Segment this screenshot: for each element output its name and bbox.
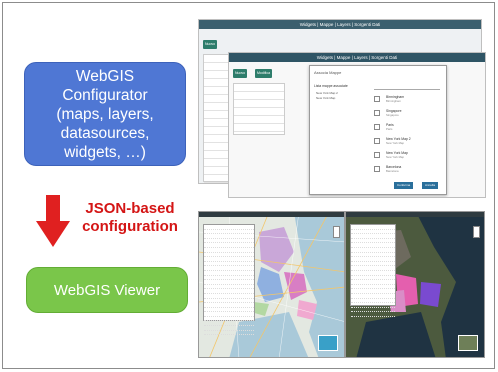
map-item: Singapore Singapore (386, 109, 402, 117)
zoom-control (473, 226, 480, 238)
webgis-configurator-box: WebGIS Configurator (maps, layers, datas… (24, 62, 186, 166)
list-panel (203, 54, 229, 183)
checkbox (374, 138, 380, 144)
associated-item: New York Map (316, 96, 336, 100)
checkbox (374, 96, 380, 102)
layer-legend-panel (350, 224, 396, 317)
json-label-line-1: JSON-based (85, 200, 175, 217)
dialog-title: Associa Mappe (314, 70, 342, 75)
config-line-2: Configurator (62, 86, 148, 104)
viewer-map-screenshot-2 (345, 211, 485, 358)
map-item: New York Map 2 New York Map (386, 137, 411, 145)
table-panel (233, 83, 285, 135)
cancel-button: Annulla (422, 182, 439, 189)
associated-item: New York Map 2 (316, 91, 338, 95)
map-item: Barcelona Barcelona (386, 165, 402, 173)
edit-button-front: Modifica (255, 69, 273, 78)
nav-bar: Widgets | Mappe | Layers | Sorgenti Dati (199, 20, 481, 29)
associate-maps-dialog: Associa Mappe Lista mappe associate New … (309, 65, 447, 195)
down-arrow-icon (36, 195, 70, 247)
viewer-map-screenshot-1 (198, 211, 345, 358)
nav-bar-front: Widgets | Mappe | Layers | Sorgenti Dati (229, 53, 485, 62)
layer-legend-panel (203, 224, 255, 336)
json-label-line-2: configuration (82, 218, 178, 235)
new-button-front: Nuovo (233, 69, 248, 78)
map-item: Birmingham Birmingham (386, 95, 405, 103)
search-input (374, 84, 440, 90)
config-line-3: (maps, layers, (56, 105, 154, 123)
checkbox (374, 166, 380, 172)
checkbox (374, 110, 380, 116)
webgis-viewer-box: WebGIS Viewer (26, 267, 188, 313)
basemap-thumbnail (458, 335, 478, 351)
confirm-button: Conferma (394, 182, 414, 189)
config-line-5: widgets, …) (64, 143, 146, 161)
map-item: Paris Paris (386, 123, 394, 131)
new-button: Nuovo (203, 40, 218, 49)
json-configuration-label: JSON-based configuration (78, 200, 182, 236)
basemap-thumbnail (318, 335, 338, 351)
map-toolbar (199, 212, 344, 217)
map-toolbar (346, 212, 484, 217)
viewer-label: WebGIS Viewer (53, 281, 161, 299)
map-item: New York Map New York Map (386, 151, 408, 159)
associated-list-heading: Lista mappe associate (314, 84, 348, 88)
checkbox (374, 124, 380, 130)
zoom-control (333, 226, 340, 238)
configurator-screenshot-front: Widgets | Mappe | Layers | Sorgenti Dati… (228, 52, 486, 198)
config-line-1: WebGIS (75, 67, 135, 85)
checkbox (374, 152, 380, 158)
config-line-4: datasources, (60, 124, 150, 142)
